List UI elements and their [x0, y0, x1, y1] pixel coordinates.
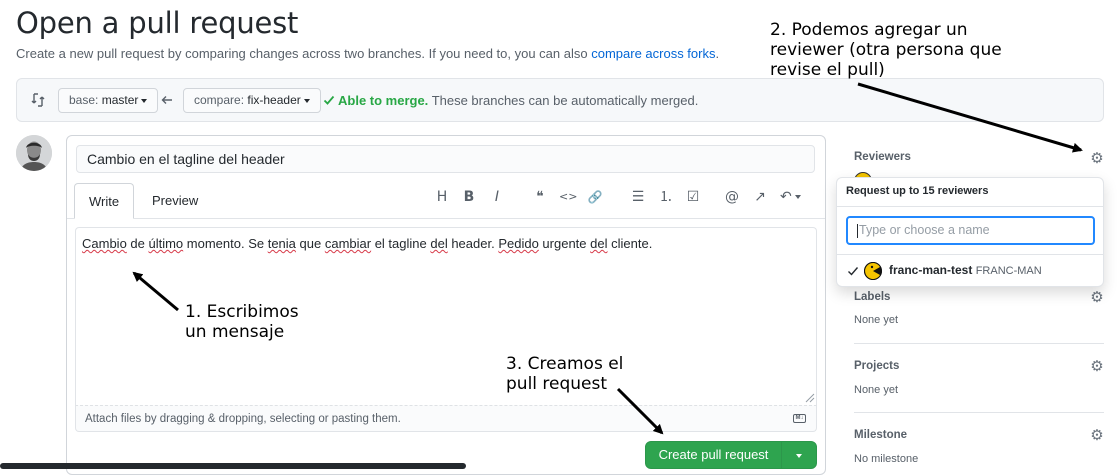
arrow-to-body — [132, 271, 179, 312]
arrow-to-reviewers-gear — [857, 82, 1083, 153]
annotation-arrows — [132, 82, 1083, 435]
arrow-to-create-button — [616, 387, 664, 435]
